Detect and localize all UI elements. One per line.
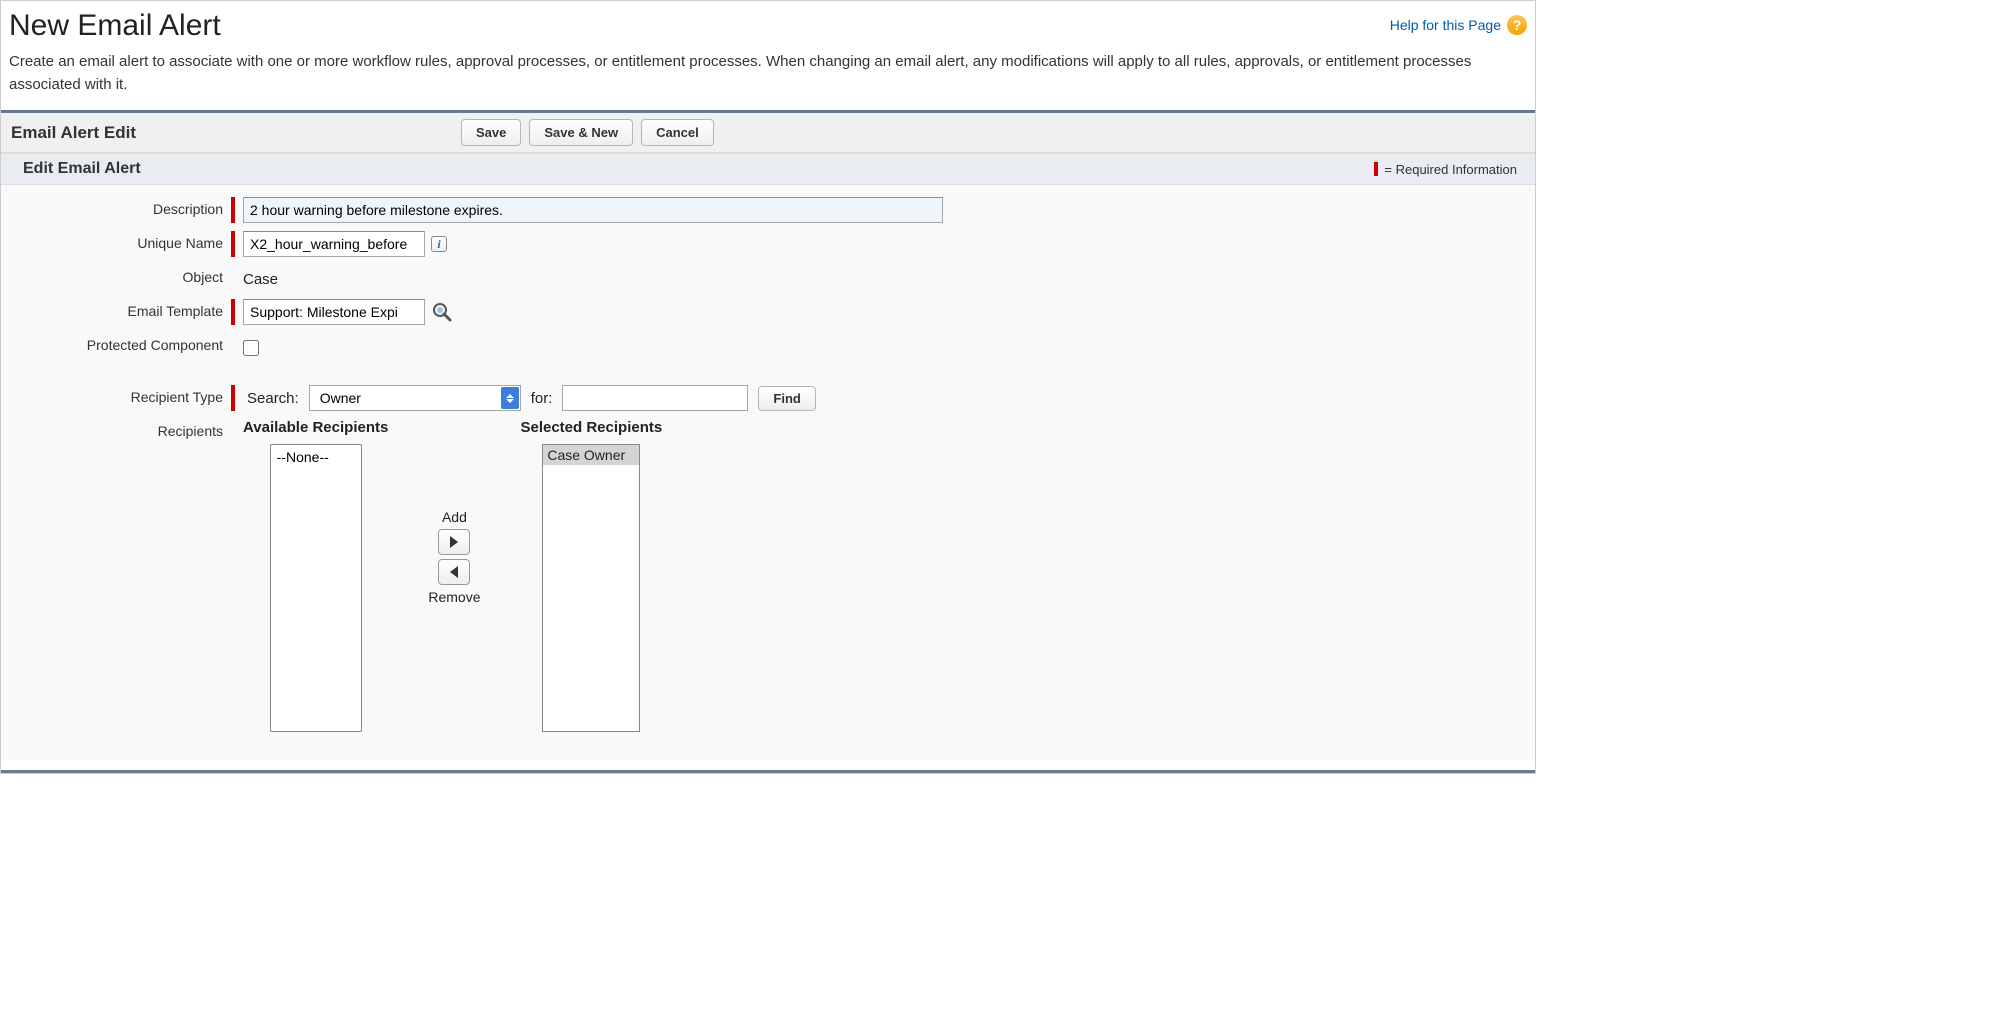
search-for-input[interactable]	[562, 385, 748, 411]
description-label: Description	[1, 197, 231, 217]
required-mark-icon	[1374, 162, 1378, 176]
object-value: Case	[243, 269, 278, 288]
required-bar-icon	[231, 299, 235, 325]
selected-recipients-list[interactable]: Case Owner	[542, 444, 640, 732]
required-info: = Required Information	[1374, 162, 1517, 177]
recipients-label: Recipients	[1, 419, 231, 439]
email-template-label: Email Template	[1, 299, 231, 319]
help-icon[interactable]: ?	[1507, 15, 1527, 35]
divider	[1, 770, 1535, 773]
arrow-left-icon	[450, 566, 458, 578]
add-label: Add	[442, 509, 467, 525]
remove-label: Remove	[428, 589, 480, 605]
intro-text: Create an email alert to associate with …	[9, 51, 1527, 102]
info-icon[interactable]: i	[431, 236, 447, 252]
protected-component-label: Protected Component	[1, 333, 231, 353]
help-link[interactable]: Help for this Page	[1390, 17, 1501, 33]
save-button[interactable]: Save	[461, 119, 521, 146]
unique-name-input[interactable]	[243, 231, 425, 257]
list-item[interactable]: --None--	[273, 447, 359, 467]
help-for-page[interactable]: Help for this Page ?	[1390, 5, 1527, 35]
section-title: Email Alert Edit	[11, 123, 461, 143]
for-label: for:	[531, 390, 553, 407]
find-button[interactable]: Find	[758, 386, 815, 411]
unique-name-label: Unique Name	[1, 231, 231, 251]
save-and-new-button[interactable]: Save & New	[529, 119, 633, 146]
protected-component-checkbox[interactable]	[243, 340, 259, 356]
page-title: New Email Alert	[9, 5, 221, 51]
required-bar-icon	[231, 385, 235, 411]
section-bar: Email Alert Edit Save Save & New Cancel	[1, 113, 1535, 153]
subheader-title: Edit Email Alert	[23, 160, 141, 178]
subheader: Edit Email Alert = Required Information	[1, 153, 1535, 185]
lookup-icon[interactable]	[431, 301, 453, 323]
object-label: Object	[1, 265, 231, 285]
cancel-button[interactable]: Cancel	[641, 119, 714, 146]
search-label: Search:	[247, 390, 299, 407]
available-recipients-list[interactable]: --None--	[270, 444, 362, 732]
description-input[interactable]	[243, 197, 943, 223]
recipient-type-select[interactable]: Owner	[309, 385, 521, 411]
list-item[interactable]: Case Owner	[543, 445, 639, 465]
remove-button[interactable]	[438, 559, 470, 585]
arrow-right-icon	[450, 536, 458, 548]
required-info-text: = Required Information	[1384, 162, 1517, 177]
required-bar-icon	[231, 197, 235, 223]
email-template-input[interactable]	[243, 299, 425, 325]
selected-recipients-title: Selected Recipients	[520, 419, 662, 436]
recipient-type-label: Recipient Type	[1, 385, 231, 405]
add-button[interactable]	[438, 529, 470, 555]
available-recipients-title: Available Recipients	[243, 419, 388, 436]
required-bar-icon	[231, 231, 235, 257]
